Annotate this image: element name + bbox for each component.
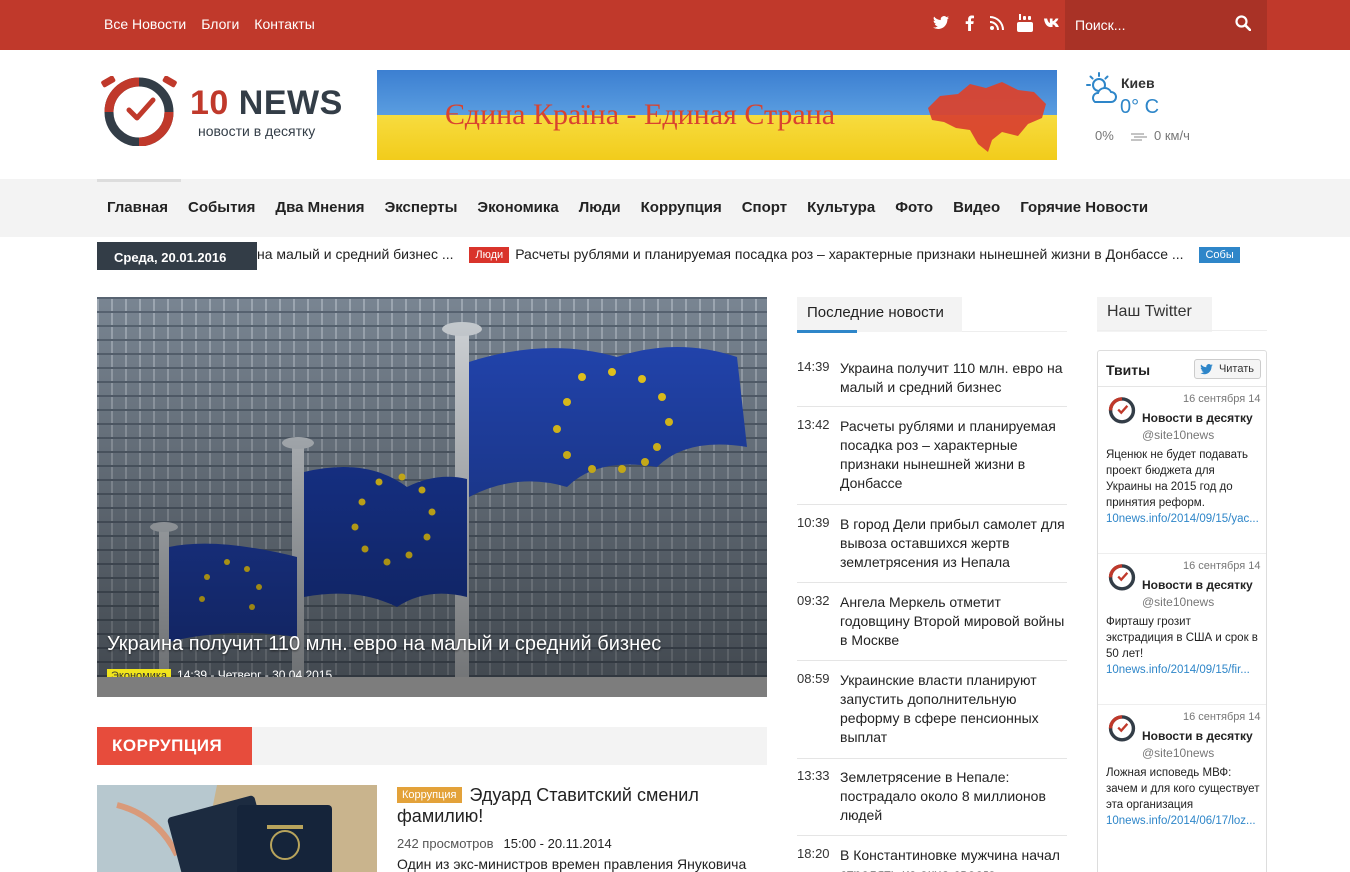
main-nav: Главная События Два Мнения Эксперты Экон… bbox=[0, 179, 1350, 237]
nav-item-corruption[interactable]: Коррупция bbox=[631, 199, 732, 216]
nav-item-photo[interactable]: Фото bbox=[885, 199, 943, 216]
top-nav-all-news[interactable]: Все Новости bbox=[104, 16, 186, 32]
list-item[interactable]: 10:39 В город Дели прибыл самолет для выв… bbox=[797, 515, 1067, 583]
youtube-icon[interactable] bbox=[1016, 14, 1034, 32]
nav-item-hot-news[interactable]: Горячие Новости bbox=[1010, 199, 1158, 216]
tweet-link[interactable]: 10news.info/2014/06/17/loz... bbox=[1106, 815, 1256, 827]
twitter-icon[interactable] bbox=[932, 14, 950, 32]
eu-flags-image bbox=[97, 297, 767, 677]
nav-item-sport[interactable]: Спорт bbox=[732, 199, 797, 216]
section-header-corruption: КОРРУПЦИЯ bbox=[97, 727, 767, 765]
search-input[interactable] bbox=[1075, 15, 1225, 35]
avatar bbox=[1108, 397, 1136, 424]
twitter-widget: Твиты Читать 16 сентября 14 Новости в де… bbox=[1097, 350, 1267, 872]
list-item[interactable]: 13:33 Землетрясение в Непале: пострадало … bbox=[797, 768, 1067, 836]
news-ticker: Среда, 20.01.2016 на малый и средний биз… bbox=[97, 238, 1247, 270]
logo-brand: 10 NEWS bbox=[190, 84, 343, 122]
site-logo[interactable]: 10 NEWS новости в десятку bbox=[97, 76, 357, 146]
tweet-link[interactable]: 10news.info/2014/09/15/fir... bbox=[1106, 664, 1250, 676]
passports-image bbox=[97, 785, 377, 872]
article-meta: 242 просмотров 15:00 - 20.11.2014 bbox=[397, 836, 612, 851]
top-nav-blogs[interactable]: Блоги bbox=[201, 16, 239, 32]
clock-logo-icon bbox=[101, 76, 177, 146]
article-thumbnail[interactable] bbox=[97, 785, 377, 872]
twitter-header[interactable]: Наш Twitter bbox=[1097, 297, 1212, 332]
ticker-item[interactable]: Расчеты рублями и планируемая посадка ро… bbox=[515, 246, 1183, 262]
unity-banner[interactable]: Єдина Країна - Единая Страна bbox=[377, 70, 1057, 160]
nav-item-economy[interactable]: Экономика bbox=[467, 199, 568, 216]
nav-item-home[interactable]: Главная bbox=[97, 199, 178, 216]
nav-item-culture[interactable]: Культура bbox=[797, 199, 885, 216]
list-item[interactable]: 13:42 Расчеты рублями и планируемая посад… bbox=[797, 417, 1067, 505]
tweet[interactable]: 16 сентября 14 Новости в десятку @site10… bbox=[1098, 555, 1266, 705]
tweet[interactable]: 16 сентября 14 Новости в десятку @site10… bbox=[1098, 388, 1266, 554]
search-box bbox=[1065, 0, 1267, 50]
nav-item-people[interactable]: Люди bbox=[569, 199, 631, 216]
section-label[interactable]: КОРРУПЦИЯ bbox=[97, 727, 252, 765]
list-item[interactable]: 08:59 Украинские власти планируют запусти… bbox=[797, 671, 1067, 759]
latest-news-header[interactable]: Последние новости bbox=[797, 297, 962, 332]
twitter-bird-icon bbox=[1200, 364, 1213, 375]
latest-news: Последние новости 14:39 Украина получит 1… bbox=[797, 297, 1067, 872]
vk-icon[interactable] bbox=[1044, 14, 1062, 32]
list-item[interactable]: 09:32 Ангела Меркель отметит годовщину Вт… bbox=[797, 593, 1067, 661]
facebook-icon[interactable] bbox=[960, 14, 978, 32]
weather-temp: 0° C bbox=[1120, 96, 1160, 118]
article-excerpt: Один из экс-министров времен правления Я… bbox=[397, 856, 747, 872]
tweet-link[interactable]: 10news.info/2014/09/15/yac... bbox=[1106, 513, 1259, 525]
ticker-track: на малый и средний бизнес ... Люди Расчет… bbox=[257, 246, 1246, 263]
weather-humidity: 0% bbox=[1095, 128, 1114, 143]
avatar bbox=[1108, 564, 1136, 591]
rss-icon[interactable] bbox=[988, 14, 1006, 32]
logo-tagline: новости в десятку bbox=[198, 123, 316, 139]
nav-item-video[interactable]: Видео bbox=[943, 199, 1010, 216]
avatar bbox=[1108, 715, 1136, 742]
ticker-category-badge[interactable]: Люди bbox=[469, 247, 510, 263]
top-nav: Все Новости Блоги Контакты bbox=[104, 16, 315, 32]
tweets-title: Твиты bbox=[1106, 362, 1151, 378]
list-item[interactable]: 18:20В Константиновке мужчина начал стре… bbox=[797, 846, 1067, 872]
article-title[interactable]: Коррупция Эдуард Ставитский сменил фамили… bbox=[397, 785, 757, 827]
article-category-badge[interactable]: Коррупция bbox=[397, 787, 462, 803]
ticker-category-badge[interactable]: Собы bbox=[1199, 247, 1240, 263]
tweet[interactable]: 16 сентября 14 Новости в десятку @site10… bbox=[1098, 706, 1266, 872]
top-nav-contacts[interactable]: Контакты bbox=[254, 16, 314, 32]
twitter-section-header: Наш Twitter bbox=[1097, 297, 1267, 332]
top-bar: Все Новости Блоги Контакты bbox=[0, 0, 1350, 50]
list-item[interactable]: 14:39 Украина получит 110 млн. евро на ма… bbox=[797, 359, 1067, 407]
nav-item-two-opinions[interactable]: Два Мнения bbox=[265, 199, 374, 216]
search-icon[interactable] bbox=[1235, 15, 1253, 33]
nav-item-experts[interactable]: Эксперты bbox=[375, 199, 468, 216]
featured-article[interactable]: Украина получит 110 млн. евро на малый и… bbox=[97, 297, 767, 697]
weather-city: Киев bbox=[1121, 75, 1155, 91]
social-links bbox=[932, 14, 1062, 32]
ukraine-map-icon bbox=[928, 82, 1046, 152]
featured-title[interactable]: Украина получит 110 млн. евро на малый и… bbox=[107, 633, 661, 656]
ticker-item[interactable]: на малый и средний бизнес ... bbox=[257, 246, 454, 262]
banner-text: Єдина Країна - Единая Страна bbox=[445, 98, 836, 131]
nav-item-events[interactable]: События bbox=[178, 199, 265, 216]
wind-icon bbox=[1131, 133, 1147, 141]
weather-widget: Киев 0° C 0% 0 км/ч bbox=[1083, 72, 1223, 152]
ticker-date: Среда, 20.01.2016 bbox=[97, 242, 257, 270]
follow-button[interactable]: Читать bbox=[1194, 359, 1261, 379]
partly-cloudy-icon bbox=[1086, 72, 1117, 103]
weather-wind: 0 км/ч bbox=[1154, 128, 1190, 143]
